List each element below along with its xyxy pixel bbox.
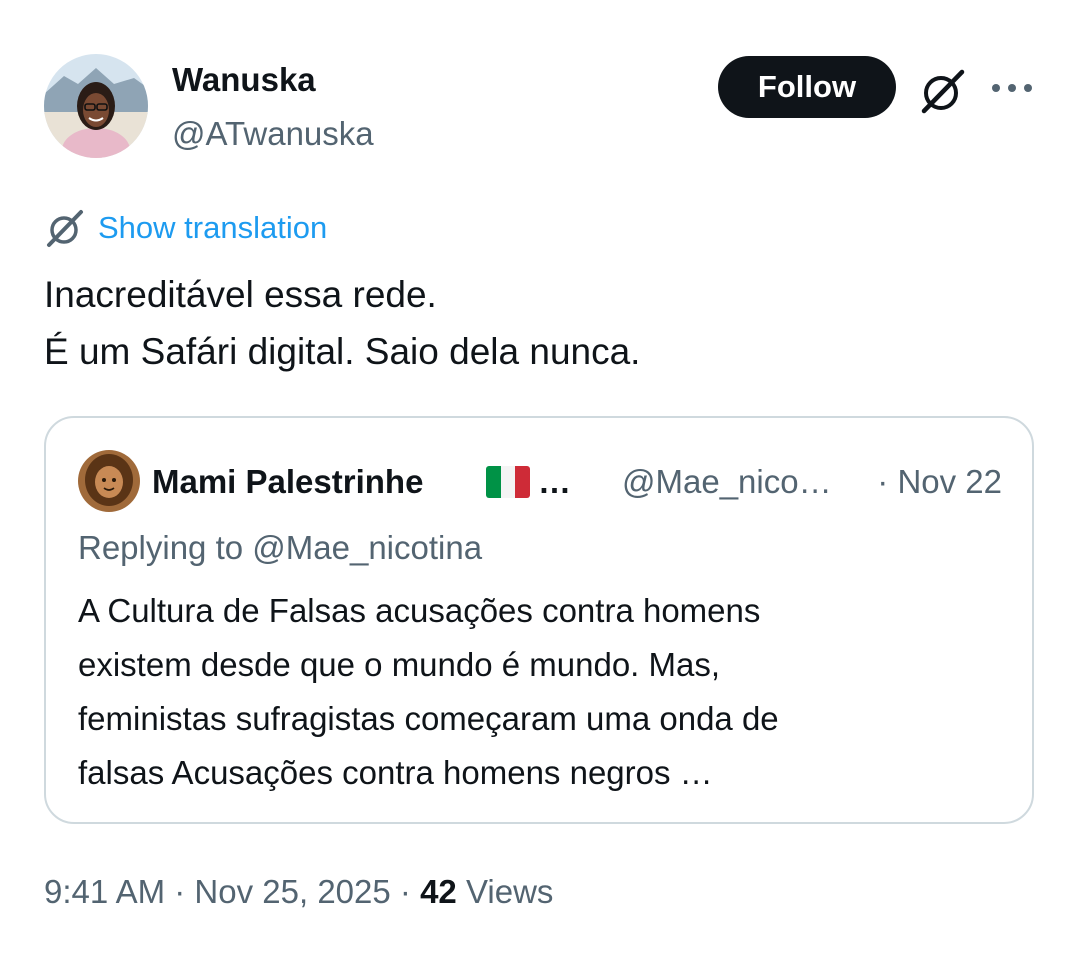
quoted-tweet-card[interactable]: Mami Palestrinhe … @Mae_nico… · Nov 22 R…: [44, 416, 1034, 824]
author-name[interactable]: Wanuska: [172, 58, 316, 102]
tweet-line: Inacreditável essa rede.: [44, 274, 437, 315]
meta-separator: ·: [174, 873, 186, 910]
quoted-tweet-date: · Nov 22: [877, 463, 1002, 500]
quoted-author-handle[interactable]: @Mae_nico…: [622, 460, 832, 504]
meta-separator: ·: [399, 873, 411, 910]
slashed-circle-icon: [47, 210, 83, 247]
tweet-meta: 9:41 AM · Nov 25, 2025 · 42 Views: [44, 868, 553, 916]
quoted-line: falsas Acusações contra homens negros …: [78, 754, 713, 791]
quoted-name-ellipsis: …: [538, 463, 571, 500]
tweet-time[interactable]: 9:41 AM: [44, 873, 165, 910]
quoted-author-avatar[interactable]: [78, 450, 140, 512]
show-translation-link[interactable]: Show translation: [98, 206, 327, 250]
quoted-tweet-text: A Cultura de Falsas acusações contra hom…: [78, 584, 1008, 800]
replying-prefix: Replying to: [78, 529, 244, 566]
more-dots-icon[interactable]: [990, 80, 1034, 96]
replying-handle[interactable]: @Mae_nicotina: [252, 529, 482, 566]
quoted-line: existem desde que o mundo é mundo. Mas,: [78, 646, 721, 683]
quoted-author-name[interactable]: Mami Palestrinhe: [152, 460, 423, 504]
slashed-circle-icon[interactable]: [918, 66, 968, 116]
quoted-line: A Cultura de Falsas acusações contra hom…: [78, 592, 761, 629]
tweet-line: É um Safári digital. Saio dela nunca.: [44, 331, 641, 372]
author-handle[interactable]: @ATwanuska: [172, 112, 374, 156]
author-avatar[interactable]: [44, 54, 148, 158]
replying-to: Replying to @Mae_nicotina: [78, 526, 482, 570]
tweet-text: Inacreditável essa rede. É um Safári dig…: [44, 266, 1034, 380]
translation-row[interactable]: Show translation: [44, 206, 327, 250]
quoted-line: feministas sufragistas começaram uma ond…: [78, 700, 779, 737]
views-label: Views: [465, 873, 554, 910]
tweet-date[interactable]: Nov 25, 2025: [194, 873, 390, 910]
italian-flag: [486, 466, 530, 498]
follow-button[interactable]: Follow: [718, 56, 896, 118]
views-count[interactable]: 42: [420, 873, 457, 910]
